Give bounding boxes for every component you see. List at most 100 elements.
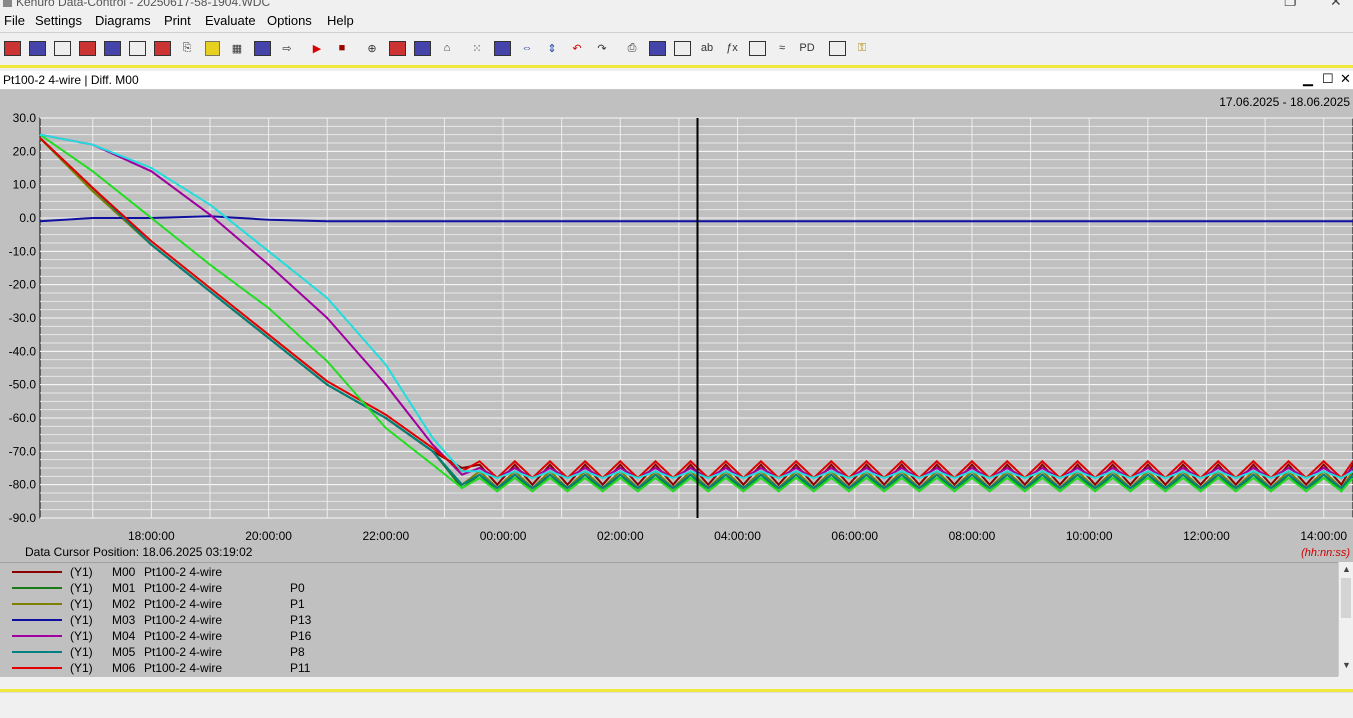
legend-row[interactable]: (Y1) M03 Pt100-2 4-wire P13	[0, 612, 1338, 628]
maximize-icon[interactable]: ☐	[1322, 71, 1334, 87]
legend-axis: (Y1)	[70, 581, 93, 595]
menu-evaluate[interactable]: Evaluate	[205, 13, 256, 28]
legend-probe: P13	[290, 613, 312, 627]
y-tick-label: -60.0	[9, 411, 37, 425]
legend-id: M03	[112, 613, 136, 627]
close-icon[interactable]: ✕	[1330, 0, 1342, 10]
legend-row[interactable]: (Y1) M01 Pt100-2 4-wire P0	[0, 580, 1338, 596]
wave-icon[interactable]: ≈	[772, 38, 792, 58]
text-ab-icon[interactable]: ab	[697, 38, 717, 58]
legend-row[interactable]: (Y1) M00 Pt100-2 4-wire	[0, 564, 1338, 580]
x-tick-label: 20:00:00	[245, 529, 292, 543]
legend-id: M05	[112, 645, 136, 659]
menu-settings[interactable]: Settings	[35, 13, 82, 28]
legend-axis: (Y1)	[70, 645, 93, 659]
x-tick-label: 04:00:00	[714, 529, 761, 543]
grid-dots-icon[interactable]: ⁙	[467, 38, 487, 58]
arrow-right-icon[interactable]: ⇨	[277, 38, 297, 58]
legend-id: M06	[112, 661, 136, 675]
diagram-3-icon[interactable]	[52, 38, 72, 58]
y-tick-label: -30.0	[9, 311, 37, 325]
h-arrows-icon[interactable]: ⇔	[517, 38, 537, 58]
x-tick-label: 10:00:00	[1066, 529, 1113, 543]
legend-panel: (Y1) M00 Pt100-2 4-wire (Y1) M01 Pt100-2 4-wi…	[0, 562, 1338, 677]
print-preview-icon[interactable]	[647, 38, 667, 58]
legend-scrollbar[interactable]: ▲ ▼	[1338, 562, 1353, 676]
zoom-icon[interactable]: ⊕	[362, 38, 382, 58]
diagram-4-icon[interactable]	[77, 38, 97, 58]
menu-help[interactable]: Help	[327, 13, 354, 28]
x-tick-label: 00:00:00	[480, 529, 527, 543]
toolbar: ⎘ ▦ ⇨ ▶ ■ ⊕ ⌂ ⁙ ⇔ ⇕ ↶ ↷ ⎙ ab ƒx ≈ PD ⚿	[0, 33, 1353, 65]
copy-page-icon[interactable]	[672, 38, 692, 58]
x-tick-label: 02:00:00	[597, 529, 644, 543]
copy-icon[interactable]: ⎘	[177, 38, 197, 58]
legend-sensor: Pt100-2 4-wire	[144, 597, 223, 611]
diagram-title: Pt100-2 4-wire | Diff. M00	[3, 73, 139, 87]
legend-row[interactable]: (Y1) M06 Pt100-2 4-wire P11	[0, 660, 1338, 676]
x-tick-label: 22:00:00	[362, 529, 409, 543]
yellow-note-icon[interactable]	[202, 38, 222, 58]
legend-id: M02	[112, 597, 136, 611]
table-2-icon[interactable]	[152, 38, 172, 58]
scroll-up-icon[interactable]: ▲	[1342, 564, 1351, 574]
legend-row[interactable]: (Y1) M02 Pt100-2 4-wire P1	[0, 596, 1338, 612]
legend-probe: P0	[290, 581, 305, 595]
legend-id: M01	[112, 581, 136, 595]
bar-chart-icon[interactable]	[102, 38, 122, 58]
play-icon[interactable]: ▶	[307, 38, 327, 58]
key-icon[interactable]: ⚿	[852, 38, 872, 58]
print-icon[interactable]: ⎙	[622, 38, 642, 58]
layers-icon[interactable]	[252, 38, 272, 58]
scroll-down-icon[interactable]: ▼	[1342, 660, 1351, 670]
new-diagram-icon[interactable]	[2, 38, 22, 58]
legend-swatch	[12, 587, 62, 589]
user-key-icon[interactable]	[827, 38, 847, 58]
chart-svg[interactable]: 17.06.2025 - 18.06.2025 30.0 20.0 10.0 0.0 -…	[0, 90, 1353, 562]
legend-id: M00	[112, 565, 136, 579]
menu-options[interactable]: Options	[267, 13, 312, 28]
chart-area: 17.06.2025 - 18.06.2025 30.0 20.0 10.0 0.0 -…	[0, 90, 1353, 562]
camera-icon[interactable]	[412, 38, 432, 58]
menu-diagrams[interactable]: Diagrams	[95, 13, 151, 28]
menu-print[interactable]: Print	[164, 13, 191, 28]
pd-icon[interactable]: PD	[797, 38, 817, 58]
table-icon[interactable]	[127, 38, 147, 58]
restore-icon[interactable]: ❐	[1284, 0, 1297, 10]
minimize-icon[interactable]: ▁	[1303, 71, 1313, 87]
function-icon[interactable]: ƒx	[722, 38, 742, 58]
marker-icon[interactable]	[747, 38, 767, 58]
legend-sensor: Pt100-2 4-wire	[144, 645, 223, 659]
legend-probe: P16	[290, 629, 312, 643]
zoom-box-icon[interactable]	[492, 38, 512, 58]
y-tick-label: -90.0	[9, 511, 37, 525]
grid-icon[interactable]: ▦	[227, 38, 247, 58]
measure-icon[interactable]	[387, 38, 407, 58]
stop-icon[interactable]: ■	[332, 38, 352, 58]
redo-icon[interactable]: ↷	[592, 38, 612, 58]
menu-file[interactable]: File	[4, 13, 25, 28]
legend-probe: P11	[290, 661, 311, 675]
x-tick-label: 14:00:00	[1300, 529, 1347, 543]
app-icon	[3, 0, 12, 7]
legend-row[interactable]: (Y1) M05 Pt100-2 4-wire P8	[0, 644, 1338, 660]
toolbar-divider	[0, 65, 1353, 68]
y-tick-label: -40.0	[9, 344, 37, 358]
close-child-icon[interactable]: ✕	[1340, 71, 1351, 87]
legend-swatch	[12, 571, 62, 573]
home-icon[interactable]: ⌂	[437, 38, 457, 58]
title-bar: Kenuro Data-Control - 20250617-58-1904.W…	[0, 0, 1353, 10]
v-arrows-icon[interactable]: ⇕	[542, 38, 562, 58]
legend-axis: (Y1)	[70, 565, 93, 579]
legend-swatch	[12, 651, 62, 653]
scroll-thumb[interactable]	[1341, 578, 1351, 618]
diagram-titlebar: Pt100-2 4-wire | Diff. M00 ▁ ☐ ✕	[0, 71, 1353, 90]
legend-probe: P8	[290, 645, 305, 659]
legend-axis: (Y1)	[70, 629, 93, 643]
legend-axis: (Y1)	[70, 597, 93, 611]
legend-sensor: Pt100-2 4-wire	[144, 661, 223, 675]
diagram-2-icon[interactable]	[27, 38, 47, 58]
legend-axis: (Y1)	[70, 613, 93, 627]
legend-row[interactable]: (Y1) M04 Pt100-2 4-wire P16	[0, 628, 1338, 644]
undo-icon[interactable]: ↶	[567, 38, 587, 58]
